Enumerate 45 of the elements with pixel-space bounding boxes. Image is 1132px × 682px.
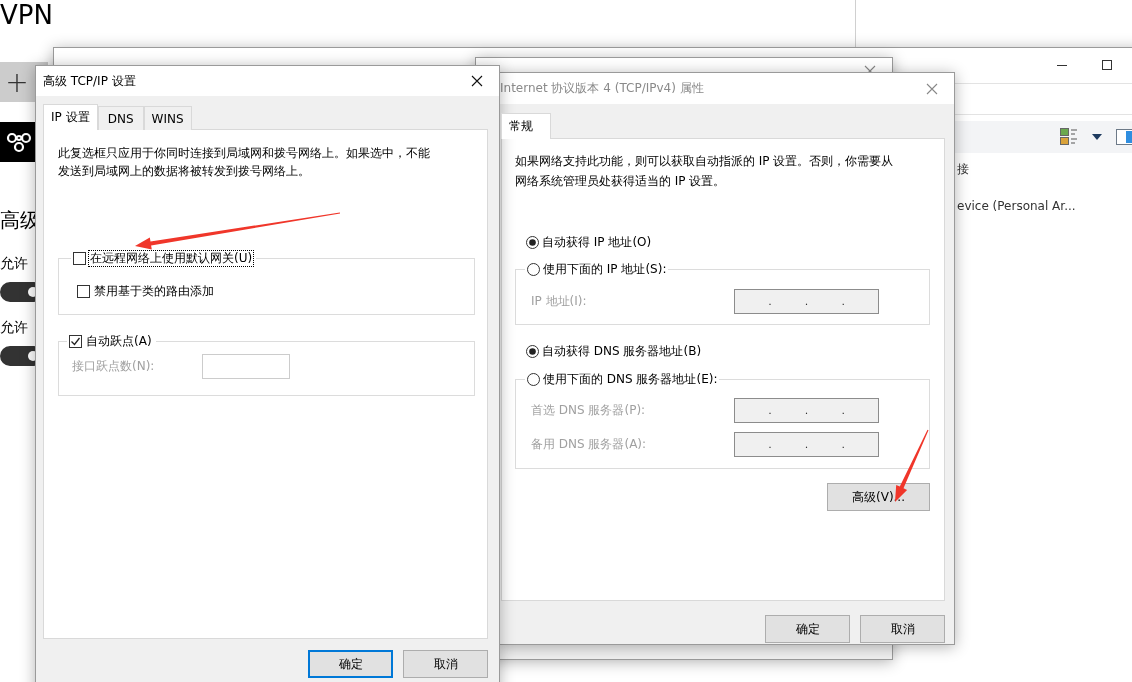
preview-pane-icon[interactable] — [1116, 129, 1132, 145]
app-logo — [6, 131, 32, 153]
field-separator: . — [841, 294, 845, 308]
radio-label[interactable]: 使用下面的 IP 地址(S): — [543, 261, 667, 277]
dropdown-caret-icon[interactable] — [1092, 134, 1102, 140]
radio-label[interactable]: 自动获得 DNS 服务器地址(B) — [542, 344, 702, 359]
radio-button[interactable] — [527, 373, 540, 386]
field-separator: . — [804, 294, 809, 308]
checkbox[interactable] — [73, 251, 86, 265]
radio-button[interactable] — [526, 235, 539, 249]
dialog-button[interactable]: 确定 — [765, 615, 850, 643]
field-label: 接口跃点数(N): — [72, 358, 156, 375]
radio-button[interactable] — [526, 345, 539, 358]
field-separator: . — [804, 438, 809, 451]
checkbox[interactable] — [77, 285, 90, 298]
setting-label: 允许 — [0, 318, 28, 337]
tab[interactable]: 常规 — [501, 113, 551, 139]
dialog-button[interactable]: 确定 — [308, 650, 393, 678]
field-separator: . — [768, 404, 772, 417]
field-separator: . — [841, 404, 845, 417]
field-separator: . — [768, 294, 772, 308]
field-separator: . — [768, 438, 772, 451]
dialog-button[interactable]: 取消 — [860, 615, 945, 643]
window-title: Internet 协议版本 4 (TCP/IPv4) 属性 — [499, 80, 705, 97]
page-title: VPN — [0, 0, 53, 30]
radio-button[interactable] — [527, 262, 540, 276]
tab[interactable]: WINS — [143, 106, 192, 130]
close-icon — [470, 75, 483, 87]
field-separator: . — [804, 404, 809, 417]
maximize-icon — [1101, 59, 1112, 70]
checkbox-label[interactable]: 在远程网络上使用默认网关(U) — [88, 249, 255, 267]
close-icon — [925, 82, 938, 95]
field-label: 首选 DNS 服务器(P): — [531, 402, 647, 419]
radio-label[interactable]: 自动获得 IP 地址(O) — [542, 234, 652, 250]
field-separator: . — [841, 438, 845, 451]
tab[interactable]: DNS — [97, 106, 144, 130]
field-label: 备用 DNS 服务器(A): — [531, 436, 648, 453]
view-options-icon[interactable] — [1060, 128, 1078, 146]
checkbox[interactable] — [69, 335, 82, 348]
field-label: IP 地址(I): — [531, 292, 588, 310]
setting-label: 允许 — [0, 254, 28, 273]
description-text: 如果网络支持此功能，则可以获取自动指派的 IP 设置。否则，你需要从 网络系统管理员处获得适当的 IP 设置。 — [515, 153, 895, 190]
description-text: 此复选框只应用于你同时连接到局域网和拨号网络上。如果选中，不能 发送到局域网上的数据将被转发到拨号网络上。 — [58, 145, 431, 180]
tab[interactable]: IP 设置 — [43, 104, 98, 130]
dialog-button[interactable]: 取消 — [403, 650, 488, 678]
